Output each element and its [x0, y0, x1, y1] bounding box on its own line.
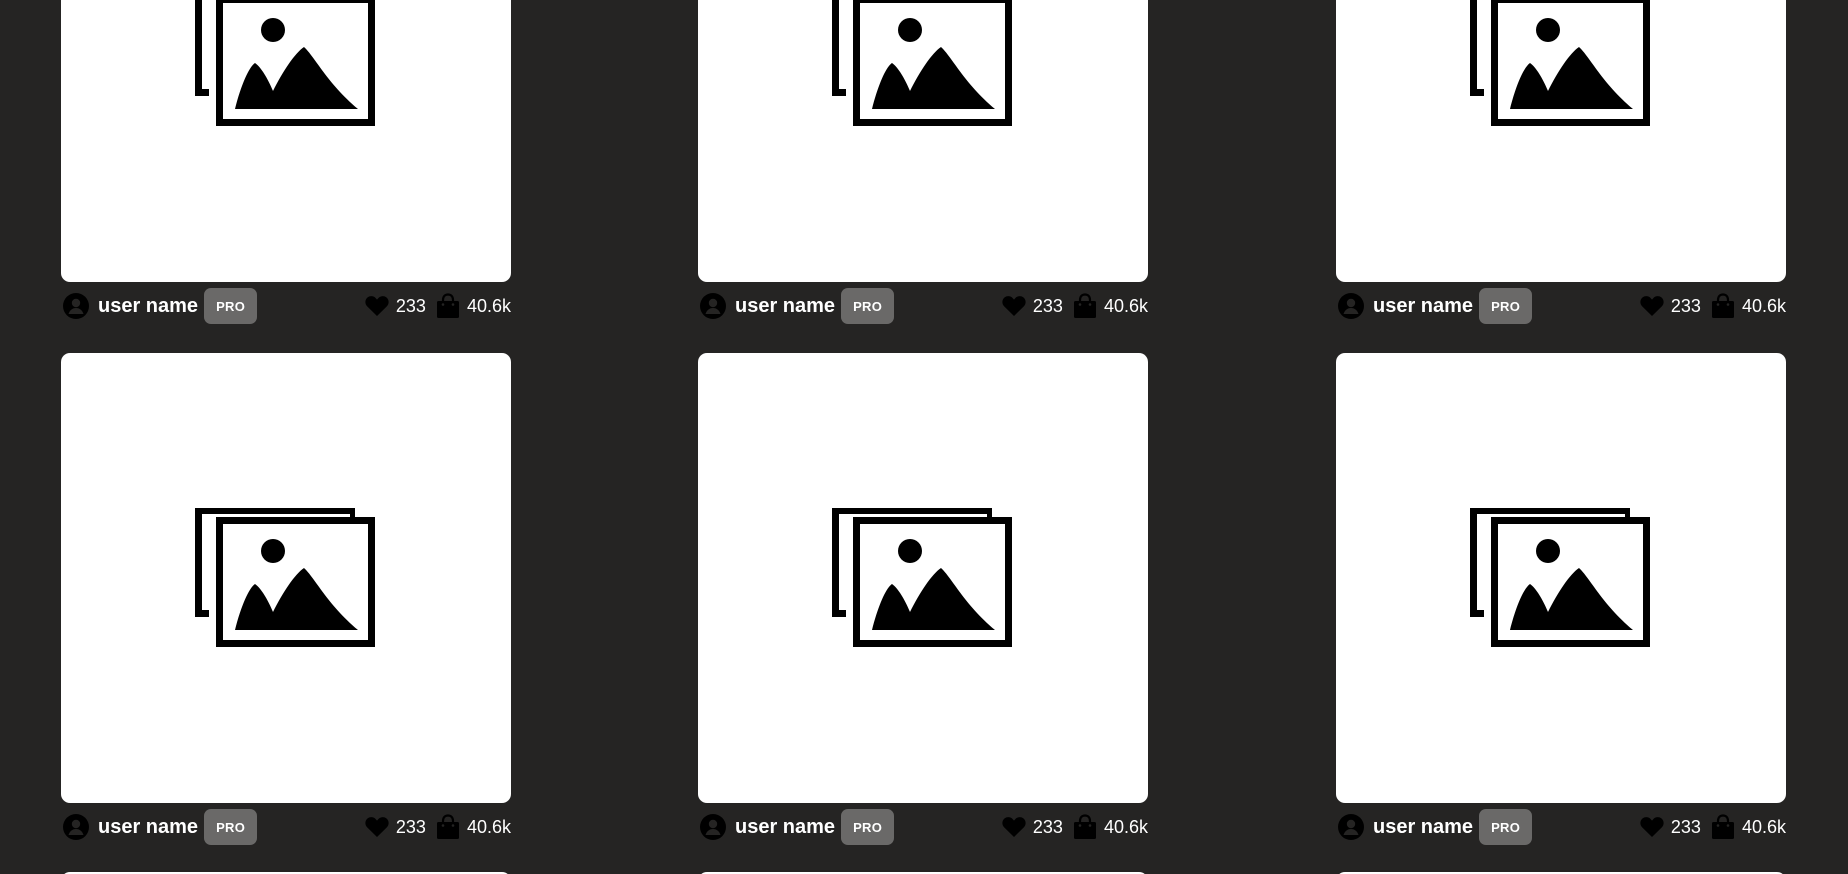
sales-count: 40.6k — [1741, 295, 1786, 316]
shopping-bag-icon[interactable] — [1710, 293, 1736, 319]
card-stats: 233 40.6k — [364, 814, 511, 840]
shopping-bag-icon[interactable] — [1072, 293, 1098, 319]
card-thumbnail[interactable] — [698, 0, 1148, 282]
heart-icon[interactable] — [1001, 814, 1027, 840]
user-avatar-icon — [699, 813, 727, 841]
card-thumbnail[interactable] — [698, 353, 1148, 803]
user-avatar-icon — [699, 292, 727, 320]
gallery-grid: user name PRO 233 40.6k user name PRO 23… — [0, 0, 1848, 874]
pro-badge: PRO — [204, 288, 258, 324]
card-stats: 233 40.6k — [364, 293, 511, 319]
shopping-bag-icon[interactable] — [1072, 814, 1098, 840]
user-link[interactable]: user name PRO — [698, 288, 895, 324]
card-thumbnail[interactable] — [61, 0, 511, 282]
user-name: user name — [98, 294, 199, 317]
likes-count: 233 — [1032, 295, 1063, 316]
likes-count: 233 — [1032, 816, 1063, 837]
sales-count: 40.6k — [1103, 295, 1148, 316]
card-stats: 233 40.6k — [1639, 293, 1786, 319]
shopping-bag-icon[interactable] — [1710, 814, 1736, 840]
heart-icon[interactable] — [1639, 293, 1665, 319]
shopping-bag-icon[interactable] — [435, 293, 461, 319]
user-name: user name — [1373, 294, 1474, 317]
likes-count: 233 — [1670, 295, 1701, 316]
user-link[interactable]: user name PRO — [698, 809, 895, 845]
card-stats: 233 40.6k — [1639, 814, 1786, 840]
user-name: user name — [735, 815, 836, 838]
likes-count: 233 — [1670, 816, 1701, 837]
shopping-bag-icon[interactable] — [435, 814, 461, 840]
card-stats: 233 40.6k — [1001, 293, 1148, 319]
sales-count: 40.6k — [466, 295, 511, 316]
pro-badge: PRO — [1479, 288, 1533, 324]
heart-icon[interactable] — [364, 814, 390, 840]
pro-badge: PRO — [204, 809, 258, 845]
user-link[interactable]: user name PRO — [1336, 288, 1533, 324]
sales-count: 40.6k — [466, 816, 511, 837]
image-placeholder-icon — [1470, 508, 1650, 647]
image-placeholder-icon — [195, 0, 375, 126]
likes-count: 233 — [395, 295, 426, 316]
sales-count: 40.6k — [1741, 816, 1786, 837]
user-avatar-icon — [1337, 292, 1365, 320]
pro-badge: PRO — [841, 809, 895, 845]
card-meta: user name PRO 233 40.6k — [698, 288, 1148, 324]
heart-icon[interactable] — [1001, 293, 1027, 319]
card-meta: user name PRO 233 40.6k — [61, 288, 511, 324]
card-meta: user name PRO 233 40.6k — [1336, 288, 1786, 324]
user-avatar-icon — [62, 813, 90, 841]
image-placeholder-icon — [832, 508, 1012, 647]
pro-badge: PRO — [841, 288, 895, 324]
card-meta: user name PRO 233 40.6k — [698, 809, 1148, 845]
card-stats: 233 40.6k — [1001, 814, 1148, 840]
heart-icon[interactable] — [1639, 814, 1665, 840]
user-link[interactable]: user name PRO — [61, 288, 258, 324]
user-name: user name — [1373, 815, 1474, 838]
likes-count: 233 — [395, 816, 426, 837]
card-meta: user name PRO 233 40.6k — [61, 809, 511, 845]
image-placeholder-icon — [195, 508, 375, 647]
user-name: user name — [98, 815, 199, 838]
card-thumbnail[interactable] — [1336, 353, 1786, 803]
user-avatar-icon — [62, 292, 90, 320]
image-placeholder-icon — [1470, 0, 1650, 126]
card-thumbnail[interactable] — [61, 353, 511, 803]
pro-badge: PRO — [1479, 809, 1533, 845]
user-name: user name — [735, 294, 836, 317]
heart-icon[interactable] — [364, 293, 390, 319]
card-meta: user name PRO 233 40.6k — [1336, 809, 1786, 845]
user-link[interactable]: user name PRO — [61, 809, 258, 845]
user-avatar-icon — [1337, 813, 1365, 841]
image-placeholder-icon — [832, 0, 1012, 126]
card-thumbnail[interactable] — [1336, 0, 1786, 282]
sales-count: 40.6k — [1103, 816, 1148, 837]
user-link[interactable]: user name PRO — [1336, 809, 1533, 845]
